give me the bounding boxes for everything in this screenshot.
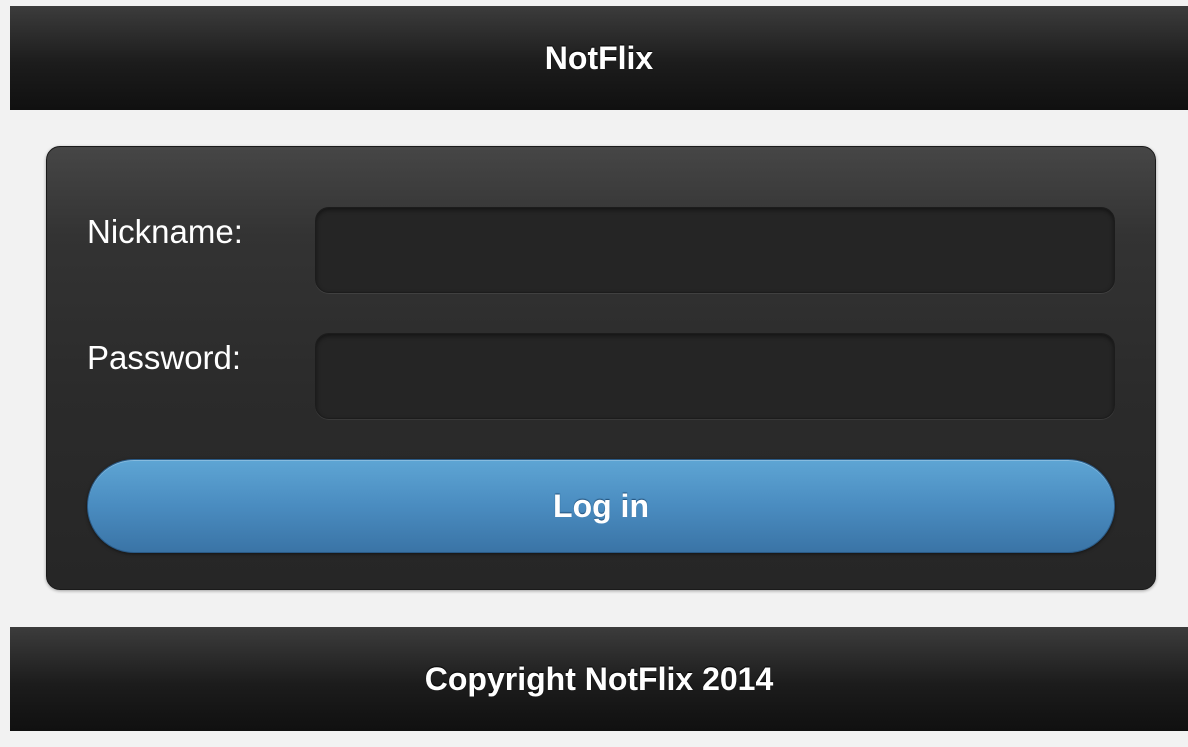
login-button[interactable]: Log in bbox=[87, 459, 1115, 553]
app-title: NotFlix bbox=[544, 39, 654, 76]
nickname-input[interactable] bbox=[315, 207, 1115, 293]
footer-copyright: Copyright NotFlix 2014 bbox=[424, 660, 774, 697]
password-label: Password: bbox=[87, 339, 242, 376]
password-input[interactable] bbox=[315, 333, 1115, 419]
login-form: Nickname: Password: Log in bbox=[46, 146, 1156, 590]
footer-bar: Copyright NotFlix 2014 bbox=[10, 627, 1188, 731]
header-bar: NotFlix bbox=[10, 6, 1188, 110]
nickname-label: Nickname: bbox=[87, 213, 243, 250]
